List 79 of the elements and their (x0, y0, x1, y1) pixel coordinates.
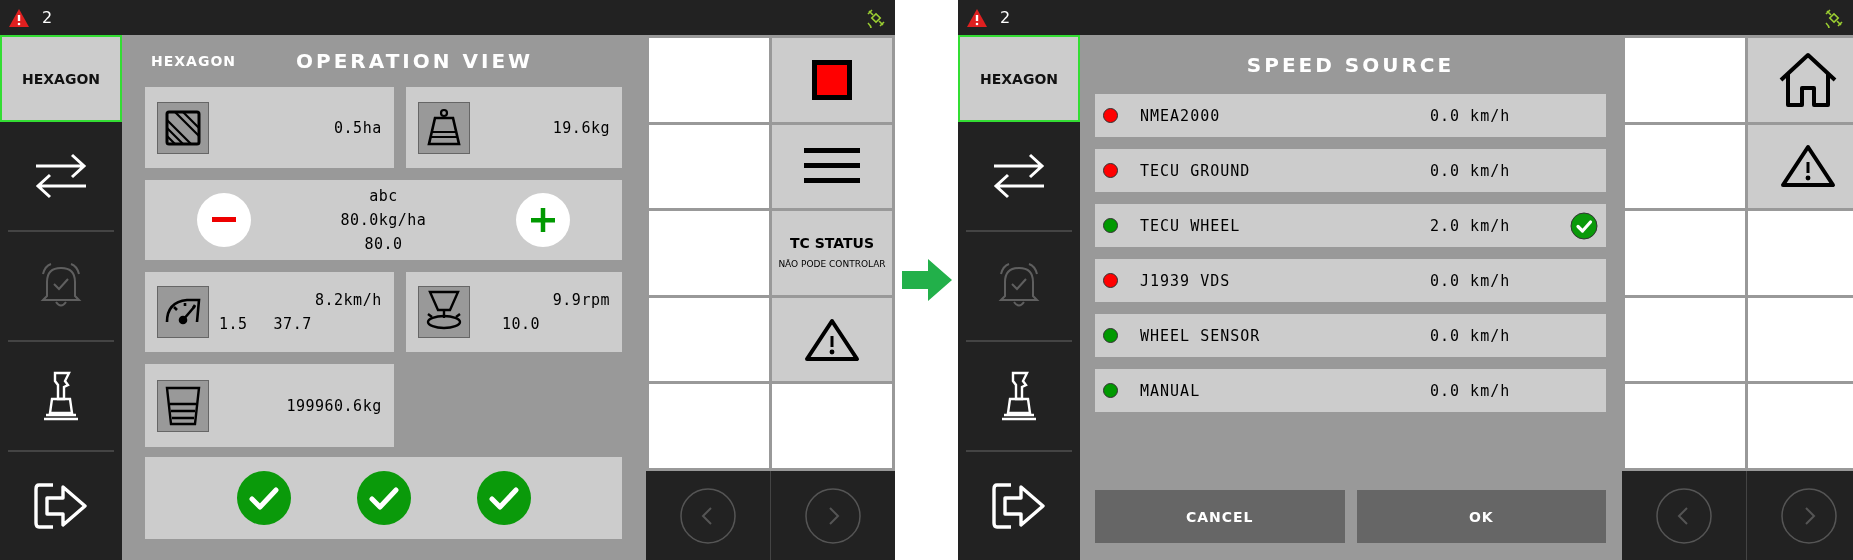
speed-source-row[interactable]: WHEEL SENSOR 0.0 km/h (1095, 314, 1606, 357)
previous-page-icon[interactable] (1655, 486, 1713, 545)
check-icon[interactable] (356, 471, 411, 525)
alarm-count: 2 (42, 8, 53, 27)
alarm-count: 2 (1000, 8, 1011, 27)
speed-source-row[interactable]: TECU GROUND 0.0 km/h (1095, 149, 1606, 192)
speed-value: 0.0 km/h (1430, 161, 1512, 180)
warning-softkey[interactable] (1748, 124, 1853, 209)
minus-icon (211, 217, 236, 223)
menu-icon (804, 148, 860, 185)
next-page-icon[interactable] (804, 486, 862, 545)
speed-source-row[interactable]: NMEA2000 0.0 km/h (1095, 94, 1606, 137)
spreader-icon (417, 286, 470, 338)
warning-icon (804, 317, 860, 362)
brand-button[interactable]: HEXAGON (958, 35, 1080, 122)
check-icon[interactable] (476, 471, 531, 525)
source-name: WHEEL SENSOR (1140, 326, 1262, 345)
warning-icon (1780, 144, 1836, 189)
status-softkey[interactable]: TC STATUS NÃO PODE CONTROLAR (772, 211, 892, 295)
warning-softkey[interactable] (772, 297, 892, 382)
home-icon (1778, 51, 1838, 108)
speed-value: 2.0 km/h (1430, 216, 1512, 235)
home-softkey[interactable] (1748, 38, 1853, 122)
next-page-icon[interactable] (1780, 486, 1838, 545)
dialog-title: SPEED SOURCE (1246, 52, 1455, 77)
alert-icon (966, 7, 988, 28)
alert-icon (8, 7, 30, 28)
range-text: 37.7 (273, 315, 312, 333)
speed-value: 0.0 km/h (1430, 326, 1512, 345)
source-name: TECU WHEEL (1140, 216, 1242, 235)
value-text: 19.6kg (552, 118, 610, 137)
satellite-icon (1823, 6, 1845, 29)
exit-icon[interactable] (33, 481, 89, 531)
speed-source-row[interactable]: J1939 VDS 0.0 km/h (1095, 259, 1606, 302)
swap-arrows-icon[interactable] (992, 152, 1046, 200)
satellite-icon (865, 6, 887, 29)
source-name: J1939 VDS (1140, 271, 1232, 290)
decrease-button[interactable] (196, 193, 251, 247)
speed-source-row[interactable]: TECU WHEEL 2.0 km/h (1095, 204, 1606, 247)
dialog-button[interactable]: OK (1356, 490, 1606, 543)
speed-value: 0.0 km/h (1430, 106, 1512, 125)
brand-label: HEXAGON (151, 53, 237, 69)
stop-softkey[interactable] (772, 38, 892, 122)
joystick-icon[interactable] (999, 369, 1039, 423)
swap-arrows-icon[interactable] (34, 152, 88, 200)
transition-arrow-icon (901, 259, 952, 301)
dialog-button[interactable]: CANCEL (1095, 490, 1345, 543)
source-name: TECU GROUND (1140, 161, 1252, 180)
previous-page-icon[interactable] (679, 486, 737, 545)
rate-text: 80.0 (364, 235, 403, 253)
hopper-icon (157, 379, 209, 432)
rate-text: abc (369, 187, 398, 205)
stop-icon (812, 59, 852, 100)
value-text: 9.9rpm (552, 291, 610, 309)
rate-text: 80.0kg/ha (340, 211, 427, 229)
speedometer-icon (157, 286, 209, 338)
source-name: NMEA2000 (1140, 106, 1222, 125)
weight-icon (417, 101, 470, 154)
joystick-icon[interactable] (41, 369, 81, 423)
increase-button[interactable] (516, 193, 571, 247)
speed-source-row[interactable]: MANUAL 0.0 km/h (1095, 369, 1606, 412)
check-icon[interactable] (236, 471, 291, 525)
brand-button[interactable]: HEXAGON (0, 35, 122, 122)
setpoint-text: 10.0 (501, 315, 540, 333)
page-title: OPERATION VIEW (296, 49, 534, 73)
range-text: 1.5 (219, 315, 248, 333)
empty-softkey[interactable] (1748, 297, 1853, 382)
value-text: 8.2km/h (315, 291, 382, 309)
plus-icon (531, 208, 556, 232)
value-text: 199960.6kg (286, 396, 382, 415)
check-icon (1570, 211, 1598, 240)
source-name: MANUAL (1140, 381, 1202, 400)
speed-value: 0.0 km/h (1430, 271, 1512, 290)
exit-icon[interactable] (991, 481, 1047, 531)
hatched-square-icon (157, 101, 209, 154)
menu-softkey[interactable] (772, 124, 892, 209)
value-text: 0.5ha (334, 118, 382, 137)
speed-value: 0.0 km/h (1430, 381, 1512, 400)
empty-softkey[interactable] (1625, 297, 1745, 382)
